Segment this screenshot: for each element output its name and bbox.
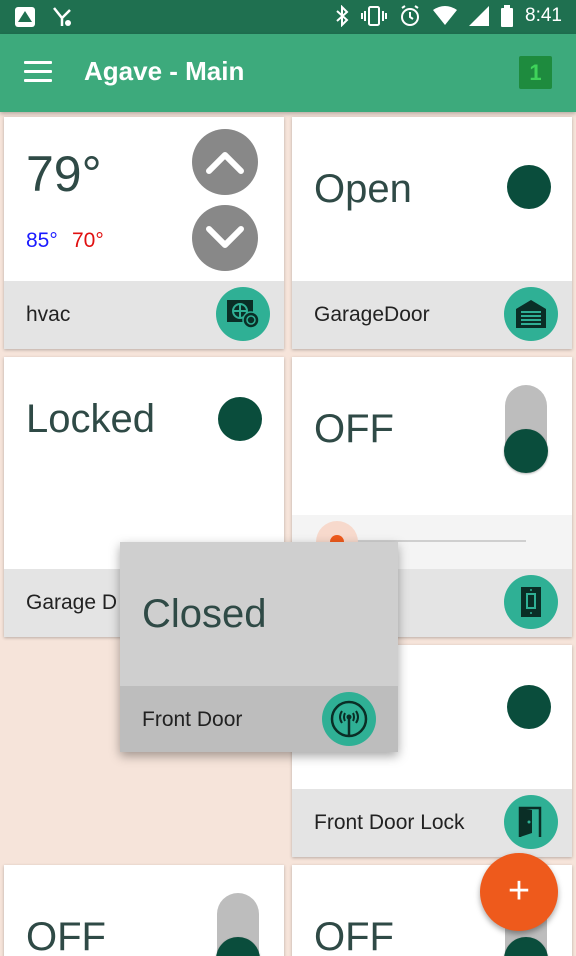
lights-state: OFF [314,407,394,451]
tile-footer: GarageDoor [292,281,572,349]
tile-name: GarageDoor [314,303,430,326]
battery-icon [501,5,514,27]
alarm-icon [401,5,420,26]
temp-down-button[interactable] [192,205,258,271]
clock: 8:41 [525,5,562,26]
switch-device-icon[interactable] [504,575,558,629]
contact-sensor-icon[interactable] [322,692,376,746]
chevron-down-icon [206,226,244,248]
notification-badge[interactable]: 1 [519,56,552,89]
lights-toggle[interactable] [504,385,548,473]
bottom-left-tile[interactable]: OFF [4,865,284,956]
sprout-notification-icon [53,7,71,26]
fan-icon [227,300,260,329]
hvac-heat-setpoint: 85° [26,229,58,252]
garage-device-icon[interactable] [504,287,558,341]
tile-footer: Front Door [120,686,398,752]
status-bar: 8:41 [0,0,576,34]
hvac-current-temp: 79° [26,146,102,202]
garage-door-tile[interactable]: Open GarageDoor [292,117,572,349]
wifi-icon [433,6,458,25]
door-device-icon[interactable] [504,795,558,849]
tile-footer: Front Door Lock [292,789,572,857]
light-switch-icon [521,587,541,617]
garage-icon [516,300,546,328]
status-indicator [507,165,551,209]
chevron-up-icon [206,152,244,174]
hvac-tile[interactable]: 79° 85° 70° hvac [4,117,284,349]
tile-name: Front Door Lock [314,811,465,834]
status-indicator [507,685,551,729]
tile-footer: hvac [4,281,284,349]
front-door-state: Closed [142,592,267,636]
page-title: Agave - Main [84,56,245,86]
vibrate-icon [361,6,388,26]
sensor-icon [330,700,368,738]
hvac-cool-setpoint: 70° [72,229,104,252]
door-icon [518,806,542,837]
dragged-front-door-tile[interactable]: Closed Front Door [120,542,398,752]
hamburger-menu-icon[interactable] [24,61,52,83]
tile-name: hvac [26,303,71,326]
status-indicator [218,397,262,441]
switch-state: OFF [314,915,394,956]
switch-state: OFF [26,915,106,956]
app-notification-icon [15,7,35,27]
garage-lock-state: Locked [26,397,155,441]
signal-icon [469,6,490,26]
tile-name: Garage D [26,591,118,614]
add-device-button[interactable]: + [480,853,558,931]
tile-name: Front Door [142,708,243,731]
bluetooth-icon [336,5,349,27]
hvac-device-icon[interactable] [216,287,270,341]
app-bar: Agave - Main 1 [0,34,576,112]
switch-toggle[interactable] [216,893,260,956]
temp-up-button[interactable] [192,129,258,195]
garage-door-state: Open [314,167,412,211]
